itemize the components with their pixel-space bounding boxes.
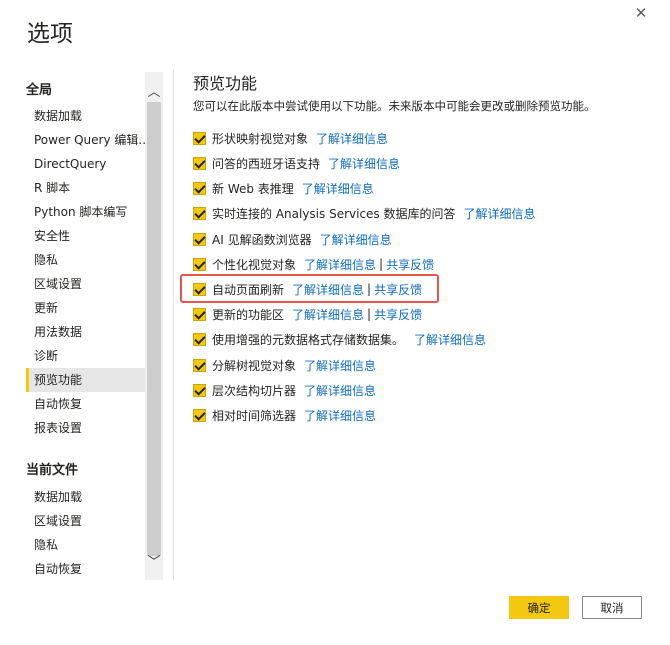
feature-label: 新 Web 表推理	[212, 181, 294, 196]
learn-more-link[interactable]: 了解详细信息	[328, 155, 400, 172]
cancel-button[interactable]: 取消	[582, 596, 642, 619]
feature-row: 实时连接的 Analysis Services 数据库的问答 了解详细信息	[193, 204, 536, 222]
feature-row: 个性化视觉对象 了解详细信息 | 共享反馈	[193, 255, 434, 273]
feature-label: 分解树视觉对象	[212, 358, 297, 373]
feature-checkbox[interactable]	[193, 181, 206, 195]
learn-more-link[interactable]: 了解详细信息	[414, 331, 486, 348]
share-feedback-link[interactable]: 共享反馈	[374, 281, 422, 298]
feature-checkbox[interactable]	[193, 206, 206, 220]
feature-label: 实时连接的 Analysis Services 数据库的问答	[212, 206, 456, 221]
learn-more-link[interactable]: 了解详细信息	[304, 407, 376, 424]
feature-row: 层次结构切片器 了解详细信息	[193, 381, 376, 399]
sidebar-item-current-regional-settings[interactable]: 区域设置	[26, 509, 145, 533]
sidebar-section-global: 全局	[26, 83, 53, 98]
options-sidebar: 全局 数据加载 Power Query 编辑... DirectQuery R …	[26, 70, 145, 580]
ok-button[interactable]: 确定	[509, 596, 569, 619]
feature-checkbox[interactable]	[193, 307, 206, 321]
sidebar-item-usage-data[interactable]: 用法数据	[26, 320, 145, 344]
link-separator: |	[379, 257, 384, 271]
sidebar-item-preview-features[interactable]: 预览功能	[26, 368, 145, 392]
panel-divider	[173, 70, 174, 580]
learn-more-link[interactable]: 了解详细信息	[292, 306, 364, 323]
sidebar-item-data-load[interactable]: 数据加载	[26, 104, 145, 128]
feature-row: 形状映射视觉对象 了解详细信息	[193, 129, 388, 147]
dialog-title: 选项	[27, 21, 73, 47]
feature-label: 更新的功能区	[212, 307, 285, 322]
share-feedback-link[interactable]: 共享反馈	[386, 256, 434, 273]
sidebar-item-regional-settings[interactable]: 区域设置	[26, 272, 145, 296]
feature-row: AI 见解函数浏览器 了解详细信息	[193, 230, 392, 248]
feature-row: 新 Web 表推理 了解详细信息	[193, 179, 374, 197]
learn-more-link[interactable]: 了解详细信息	[304, 357, 376, 374]
learn-more-link[interactable]: 了解详细信息	[304, 382, 376, 399]
feature-row: 问答的西班牙语支持 了解详细信息	[193, 154, 400, 172]
feature-row: 更新的功能区 了解详细信息 | 共享反馈	[193, 305, 422, 323]
sidebar-item-current-auto-recovery[interactable]: 自动恢复	[26, 557, 145, 580]
feature-checkbox[interactable]	[193, 282, 206, 296]
learn-more-link[interactable]: 了解详细信息	[316, 130, 388, 147]
learn-more-link[interactable]: 了解详细信息	[320, 231, 392, 248]
feature-label: 使用增强的元数据格式存储数据集。	[212, 332, 405, 347]
link-separator: |	[367, 282, 372, 296]
sidebar-item-current-privacy[interactable]: 隐私	[26, 533, 145, 557]
chevron-up-icon[interactable]: ︿	[145, 78, 163, 102]
feature-row: 相对时间筛选器 了解详细信息	[193, 406, 376, 424]
feature-row: 使用增强的元数据格式存储数据集。 了解详细信息	[193, 330, 486, 348]
sidebar-item-current-data-load[interactable]: 数据加载	[26, 485, 145, 509]
learn-more-link[interactable]: 了解详细信息	[292, 281, 364, 298]
scrollbar-thumb[interactable]	[147, 102, 161, 556]
sidebar-item-r-script[interactable]: R 脚本	[26, 176, 145, 200]
sidebar-scrollbar[interactable]: ︿ ﹀	[145, 72, 163, 580]
link-separator: |	[367, 307, 372, 321]
feature-label: 问答的西班牙语支持	[212, 156, 321, 171]
feature-checkbox[interactable]	[193, 358, 206, 372]
page-title: 预览功能	[193, 74, 258, 93]
chevron-down-icon[interactable]: ﹀	[145, 548, 163, 572]
sidebar-item-diagnostics[interactable]: 诊断	[26, 344, 145, 368]
close-icon[interactable]: ✕	[630, 2, 652, 24]
feature-row: 自动页面刷新 了解详细信息 | 共享反馈	[193, 280, 422, 298]
feature-label: 个性化视觉对象	[212, 257, 297, 272]
feature-checkbox[interactable]	[193, 156, 206, 170]
learn-more-link[interactable]: 了解详细信息	[464, 205, 536, 222]
learn-more-link[interactable]: 了解详细信息	[302, 180, 374, 197]
feature-checkbox[interactable]	[193, 131, 206, 145]
sidebar-item-auto-recovery[interactable]: 自动恢复	[26, 392, 145, 416]
feature-checkbox[interactable]	[193, 257, 206, 271]
feature-label: 形状映射视觉对象	[212, 131, 309, 146]
sidebar-item-security[interactable]: 安全性	[26, 224, 145, 248]
sidebar-section-current-file: 当前文件	[26, 463, 79, 478]
share-feedback-link[interactable]: 共享反馈	[374, 306, 422, 323]
sidebar-item-power-query-editor[interactable]: Power Query 编辑...	[26, 128, 145, 152]
feature-label: 自动页面刷新	[212, 282, 285, 297]
feature-label: 层次结构切片器	[212, 383, 297, 398]
feature-checkbox[interactable]	[193, 408, 206, 422]
learn-more-link[interactable]: 了解详细信息	[304, 256, 376, 273]
sidebar-item-updates[interactable]: 更新	[26, 296, 145, 320]
feature-checkbox[interactable]	[193, 332, 206, 346]
feature-label: 相对时间筛选器	[212, 408, 297, 423]
page-description: 您可以在此版本中尝试使用以下功能。未来版本中可能会更改或删除预览功能。	[193, 99, 596, 113]
feature-label: AI 见解函数浏览器	[212, 232, 312, 247]
sidebar-item-privacy[interactable]: 隐私	[26, 248, 145, 272]
feature-row: 分解树视觉对象 了解详细信息	[193, 356, 376, 374]
sidebar-item-report-settings[interactable]: 报表设置	[26, 416, 145, 440]
sidebar-item-directquery[interactable]: DirectQuery	[26, 152, 145, 176]
sidebar-item-python-script[interactable]: Python 脚本编写	[26, 200, 145, 224]
feature-checkbox[interactable]	[193, 232, 206, 246]
feature-checkbox[interactable]	[193, 383, 206, 397]
